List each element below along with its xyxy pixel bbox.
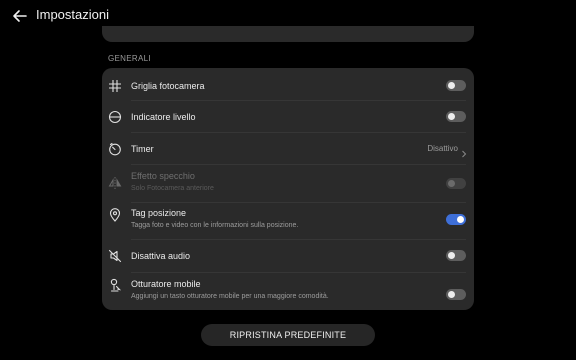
setting-label: Disattiva audio: [131, 251, 191, 261]
level-indicator-toggle[interactable]: [446, 111, 466, 122]
setting-mute-audio[interactable]: Disattiva audio: [102, 240, 474, 272]
timer-icon: [108, 142, 122, 156]
section-title: GENERALI: [108, 54, 151, 63]
setting-sublabel: Solo Fotocamera anteriore: [131, 185, 214, 192]
setting-camera-grid[interactable]: Griglia fotocamera: [102, 68, 474, 100]
setting-label: Effetto specchio: [131, 171, 195, 181]
setting-sublabel: Aggiungi un tasto otturatore mobile per …: [131, 293, 329, 300]
location-tag-toggle[interactable]: [446, 214, 466, 225]
setting-location-tag[interactable]: Tag posizione Tagga foto e video con le …: [102, 203, 474, 239]
timer-value: Disattivo: [427, 144, 458, 153]
previous-settings-card: [102, 26, 474, 42]
mute-icon: [108, 249, 122, 263]
back-button[interactable]: [10, 6, 30, 26]
setting-timer[interactable]: Timer Disattivo: [102, 133, 474, 164]
setting-label: Otturatore mobile: [131, 279, 201, 289]
floating-shutter-icon: [108, 278, 122, 292]
mirror-icon: [108, 176, 122, 190]
floating-shutter-toggle[interactable]: [446, 289, 466, 300]
mute-audio-toggle[interactable]: [446, 250, 466, 261]
location-pin-icon: [108, 208, 122, 222]
setting-level-indicator[interactable]: Indicatore livello: [102, 101, 474, 132]
setting-sublabel: Tagga foto e video con le informazioni s…: [131, 222, 299, 229]
page-title: Impostazioni: [36, 7, 109, 22]
setting-label: Timer: [131, 144, 154, 154]
level-icon: [108, 110, 122, 124]
grid-icon: [108, 79, 122, 93]
setting-label: Griglia fotocamera: [131, 81, 205, 91]
setting-floating-shutter[interactable]: Otturatore mobile Aggiungi un tasto ottu…: [102, 273, 474, 310]
setting-label: Tag posizione: [131, 208, 187, 218]
setting-label: Indicatore livello: [131, 112, 196, 122]
chevron-right-icon: [461, 145, 467, 158]
settings-card: Griglia fotocamera Indicatore livello Ti…: [102, 68, 474, 310]
camera-grid-toggle[interactable]: [446, 80, 466, 91]
setting-mirror-effect: Effetto specchio Solo Fotocamera anterio…: [102, 165, 474, 202]
arrow-left-icon: [13, 10, 27, 22]
reset-defaults-button[interactable]: RIPRISTINA PREDEFINITE: [201, 324, 375, 346]
mirror-effect-toggle: [446, 178, 466, 189]
